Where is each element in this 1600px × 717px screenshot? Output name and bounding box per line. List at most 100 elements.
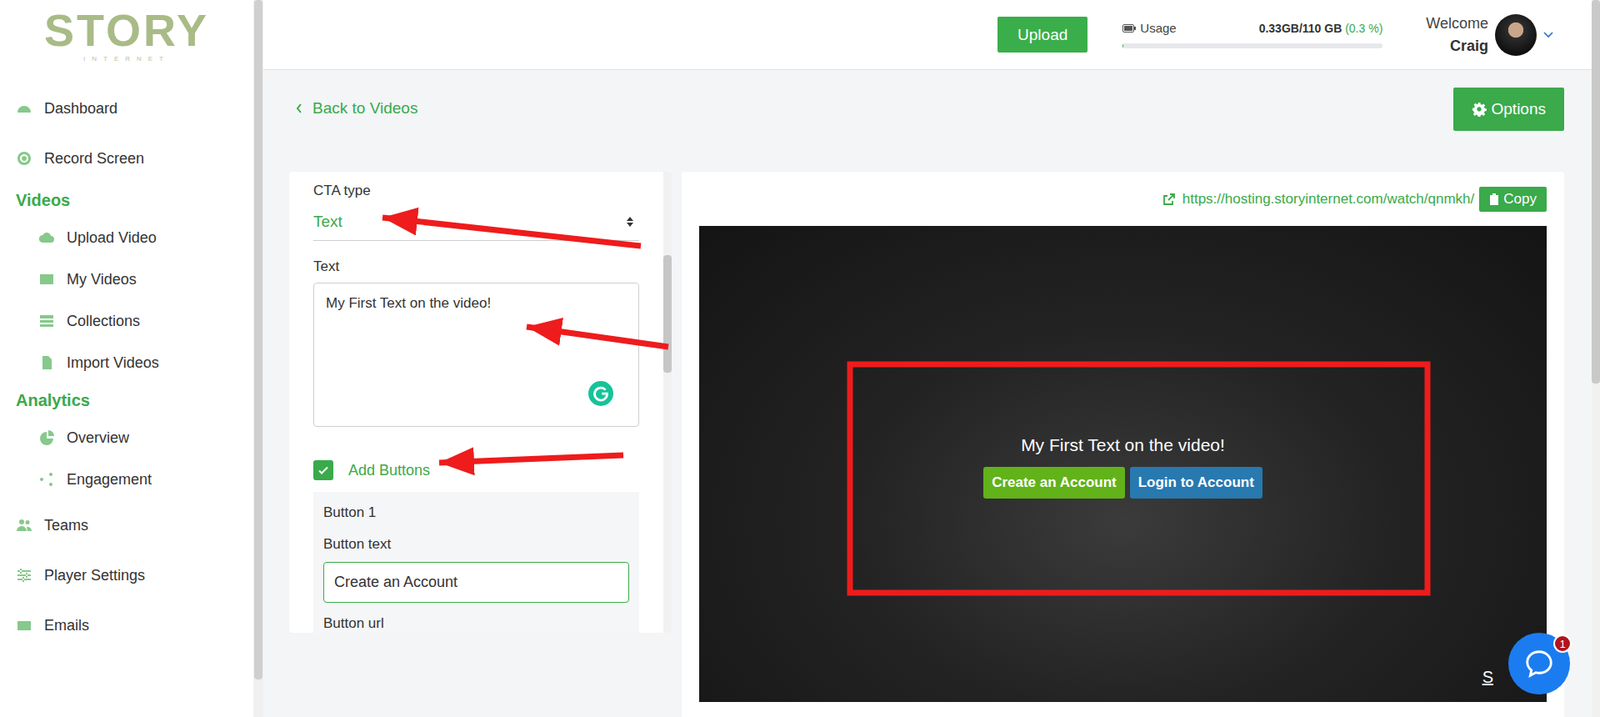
button-url-label: Button url [323,614,630,633]
logo-title: STORY [44,7,210,53]
sidebar-item[interactable]: Overview [0,416,254,459]
sidebar-item[interactable]: Import Videos [0,341,254,384]
chevron-left-icon [295,103,303,114]
checkbox[interactable] [313,460,334,480]
usage-fill [1122,43,1124,49]
panel-scrollbar[interactable] [663,171,672,633]
text-label: Text [313,257,640,276]
skip-link[interactable]: S [1482,667,1494,687]
sidebar-item[interactable]: Engagement [0,458,254,500]
annotation-layer [0,0,1600,717]
page-scrollbar-thumb[interactable] [1591,0,1600,384]
battery-icon [1122,24,1136,33]
sidebar-item-icon [15,150,33,167]
usage-meter: Usage 0.33GB/110 GB (0.3 %) [1122,20,1383,49]
sidebar-item-icon [38,229,55,246]
sidebar-item[interactable]: Teams [0,500,254,550]
app: STORY INTERNET Dashboard Record Screen Video… [0,0,1600,717]
text-textarea[interactable]: My First Text on the video! [313,282,640,427]
top-bar: Upload Usage 0.33GB/110 GB (0.3 %) Welcome… [263,0,1592,70]
cta-overlay-text: My First Text on the video! [1020,435,1225,455]
page-scrollbar[interactable] [1591,0,1600,717]
sidebar-item-label: Analytics [15,390,90,410]
user-name: Craig [1450,37,1489,55]
button-text-label: Button text [323,535,630,554]
sidebar-item[interactable]: Player Settings [0,550,254,600]
usage-label: Usage [1122,20,1176,35]
upload-button[interactable]: Upload [997,16,1088,53]
cta-overlay: My First Text on the video! Create an Acc… [983,435,1263,499]
sidebar-section-header: Videos [0,183,254,217]
sidebar-item[interactable]: Upload Video [0,216,254,259]
chat-bubble-icon [1523,647,1555,680]
sidebar: STORY INTERNET Dashboard Record Screen Video… [0,0,254,717]
grammarly-icon[interactable] [588,380,614,406]
sidebar-item[interactable]: Emails [0,600,254,650]
cta-form: CTA type Text Text My First Text on the vid… [289,171,664,633]
annotation-box [850,364,1428,593]
panel-scrollbar-thumb[interactable] [663,255,672,373]
external-link-icon [1162,192,1176,206]
cta-type-select[interactable]: Text [313,203,640,241]
sidebar-item-icon [15,100,33,117]
chat-badge: 1 [1553,634,1572,653]
welcome-label: Welcome [1425,15,1489,33]
sidebar-item-icon [38,312,55,330]
sidebar-item-icon [38,354,55,371]
avatar-icon[interactable] [1495,14,1537,56]
clipboard-icon [1489,193,1500,205]
sidebar-item-label: Upload Video [66,229,157,247]
content: Back to Videos Options CTA type Text Text My… [263,70,1592,717]
user-menu[interactable]: Welcome Craig [1425,14,1554,56]
sidebar-item-icon [15,616,33,634]
sidebar-scrollbar[interactable] [253,0,264,717]
sidebar-item[interactable]: Record Screen [0,133,254,184]
sidebar-item-label: Overview [66,429,130,447]
usage-reading: 0.33GB/110 GB (0.3 %) [1259,21,1384,35]
logo[interactable]: STORY INTERNET [0,0,254,70]
chevron-down-icon[interactable] [1543,31,1554,39]
cta-button[interactable]: Login to Account [1130,466,1263,499]
sidebar-scrollbar-thumb[interactable] [254,0,263,680]
add-buttons-checkbox[interactable]: Add Buttons [313,460,640,480]
button-text-input[interactable]: Create an Account [323,561,630,603]
cta-button[interactable]: Create an Account [983,466,1125,499]
copy-button[interactable]: Copy [1479,186,1547,212]
sidebar-item[interactable]: My Videos [0,258,254,300]
sidebar-item-label: My Videos [66,270,137,289]
sidebar-item-label: Import Videos [66,354,160,372]
sidebar-item-label: Emails [44,616,90,635]
sidebar-item-icon [38,470,55,488]
gear-icon [1471,101,1487,117]
sidebar-item-label: Videos [15,190,70,210]
annotation-arrow [439,455,624,463]
sidebar-item[interactable]: Dashboard [0,83,254,134]
sidebar-item-label: Teams [44,516,89,535]
button-1-title: Button 1 [323,503,630,522]
back-link[interactable]: Back to Videos [295,99,418,118]
watch-url-link[interactable]: https://hosting.storyinternet.com/watch/… [1162,190,1475,208]
sidebar-item-label: Collections [66,312,140,330]
usage-track [1122,43,1383,49]
video-player[interactable]: My First Text on the video! Create an Acc… [699,225,1547,702]
cta-type-label: CTA type [313,181,640,200]
sidebar-item-label: Player Settings [44,566,145,585]
sidebar-item-icon [38,429,55,446]
preview-panel: https://hosting.storyinternet.com/watch/… [681,171,1565,717]
cta-settings-panel: CTA type Text Text My First Text on the vid… [289,171,672,633]
sidebar-item-label: Engagement [66,470,152,489]
sidebar-item-icon [15,566,33,584]
sidebar-section-header: Analytics [0,383,254,417]
button-1-section: Button 1 Button text Create an Account Butt… [313,491,640,633]
sidebar-item-icon [15,516,33,534]
logo-subtitle: INTERNET [83,55,170,63]
options-button[interactable]: Options [1453,87,1565,131]
annotation-arrow [382,217,641,246]
sidebar-item[interactable]: Collections [0,300,254,342]
select-arrows-icon [625,215,635,228]
annotation-arrow [526,326,669,347]
tick-icon [316,463,330,477]
chat-widget-button[interactable]: 1 [1508,632,1570,695]
sidebar-item-label: Dashboard [44,100,118,118]
sidebar-nav: Dashboard Record Screen Videos Upload Video… [0,70,254,650]
